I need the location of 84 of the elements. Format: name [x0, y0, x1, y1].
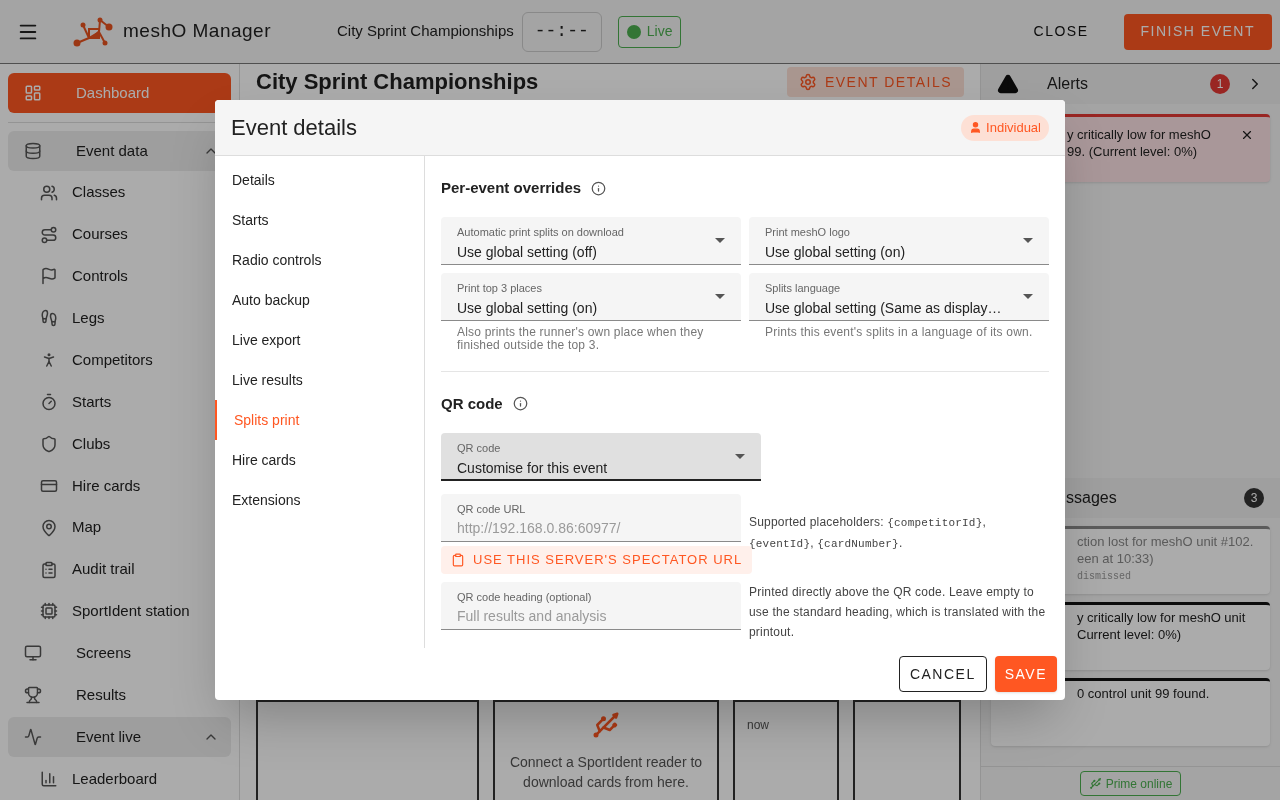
field-label: Print top 3 places	[457, 280, 543, 295]
field-label: Splits language	[765, 280, 842, 295]
field-label: Automatic print splits on download	[457, 224, 625, 239]
sidebar-item[interactable]: Leaderboard	[8, 758, 231, 800]
helper-text: Prints this event's splits in a language of its own.	[764, 325, 1034, 339]
dropdown-caret-icon	[735, 454, 745, 459]
card-text: Connect a SportIdent reader to download cards from here.	[508, 753, 704, 792]
monitor-icon	[24, 644, 42, 663]
alerts-header[interactable]: Alerts 1	[981, 64, 1280, 104]
log-time: now	[747, 717, 769, 734]
dropdown-caret-icon	[1023, 293, 1033, 299]
section-title: QR code	[441, 393, 503, 414]
message-text: 0 control unit 99 found.	[1077, 685, 1211, 702]
live-status-chip: Live	[617, 15, 682, 48]
bar-chart-icon	[40, 770, 58, 788]
field-label: QR code URL	[457, 502, 527, 516]
dashboard-icon	[24, 83, 42, 102]
activity-icon	[24, 728, 42, 747]
cancel-button[interactable]: CANCEL	[898, 656, 987, 692]
timer-icon	[40, 393, 58, 412]
event-name: City Sprint Championships	[337, 21, 514, 42]
text-field[interactable]: QR code heading (optional) Full results and analysis	[441, 582, 741, 630]
sidebar-group-header[interactable]: Event live	[8, 717, 231, 758]
gear-icon	[798, 73, 817, 91]
field-label: QR code heading (optional)	[457, 590, 593, 604]
warning-icon	[997, 73, 1019, 95]
field-value: Use global setting (off)	[457, 242, 598, 262]
pin-icon	[40, 518, 58, 537]
clock-display: --:--	[521, 11, 602, 52]
field-input[interactable]: Full results and analysis	[457, 606, 725, 627]
usb-icon	[1088, 777, 1102, 790]
prime-status-chip: Prime online	[1079, 771, 1182, 796]
person-icon	[969, 121, 983, 134]
helper-text: Also prints the runner's own place when they finished outside the top 3.	[456, 325, 705, 352]
info-icon[interactable]	[591, 180, 607, 196]
dropdown-caret-icon	[715, 293, 725, 299]
field-note: Printed directly above the QR code. Leave empty to use the standard heading, which is translated with the printout.	[749, 584, 1047, 641]
individual-badge: Individual	[961, 114, 1049, 141]
usb-icon	[591, 710, 621, 740]
select-field[interactable]: Automatic print splits on download Use global setting (off)	[441, 216, 741, 265]
alerts-title: Alerts	[1047, 74, 1088, 94]
info-icon[interactable]	[512, 396, 528, 412]
logo-icon	[71, 15, 113, 48]
dropdown-caret-icon	[715, 237, 725, 243]
field-value: Use global setting (on)	[457, 298, 599, 318]
count-badge: 1	[1210, 74, 1230, 94]
text-field[interactable]: QR code URL http://192.168.0.86:60977/	[441, 494, 741, 542]
select-field[interactable]: Print meshO logo Use global setting (on)	[749, 216, 1049, 265]
count-badge: 3	[1244, 488, 1264, 508]
messages-title: ssages	[1066, 488, 1117, 508]
page-title: City Sprint Championships	[256, 69, 539, 95]
field-label: QR code	[457, 441, 502, 455]
close-button[interactable]: CLOSE	[1016, 13, 1106, 50]
field-value: Customise for this event	[457, 459, 609, 478]
field-label: Print meshO logo	[765, 224, 851, 239]
select-field[interactable]: QR code Customise for this event	[441, 433, 761, 481]
sidebar-item[interactable]: Screens	[8, 633, 231, 674]
sidebar-item[interactable]: Results	[8, 675, 231, 716]
section-title: Per-event overrides	[441, 178, 582, 198]
message-text: ction lost for meshO unit #102. een at 10:33)	[1077, 533, 1255, 567]
message-meta: dismissed	[1077, 570, 1132, 584]
field-value: Use global setting (on)	[765, 242, 907, 262]
clipboard-icon	[40, 560, 58, 579]
app-title: meshO Manager	[123, 19, 271, 44]
alert-text: y critically low for meshO 99. (Current level: 0%)	[1067, 126, 1212, 160]
sidebar-item[interactable]: SportIdent station	[8, 590, 231, 633]
dialog-title: Event details	[231, 114, 357, 142]
message-text: y critically low for meshO unit Current level: 0%)	[1077, 609, 1247, 643]
chip-icon	[40, 602, 58, 621]
flag-icon	[40, 267, 58, 286]
trophy-icon	[24, 686, 42, 705]
people-icon	[40, 183, 58, 202]
route-icon	[40, 225, 58, 244]
dropdown-caret-icon	[1023, 237, 1033, 243]
database-icon	[24, 141, 42, 160]
close-icon[interactable]	[1240, 128, 1254, 142]
select-field[interactable]: Splits language Use global setting (Same as display…	[749, 272, 1049, 321]
select-field[interactable]: Print top 3 places Use global setting (on)	[441, 272, 741, 321]
sidebar-item[interactable]: Audit trail	[8, 548, 231, 591]
field-input[interactable]: http://192.168.0.86:60977/	[457, 518, 725, 539]
footprints-icon	[40, 309, 58, 328]
field-value: Use global setting (Same as display…	[765, 298, 1003, 318]
clipboard-icon	[451, 553, 465, 567]
shield-icon	[40, 434, 58, 453]
